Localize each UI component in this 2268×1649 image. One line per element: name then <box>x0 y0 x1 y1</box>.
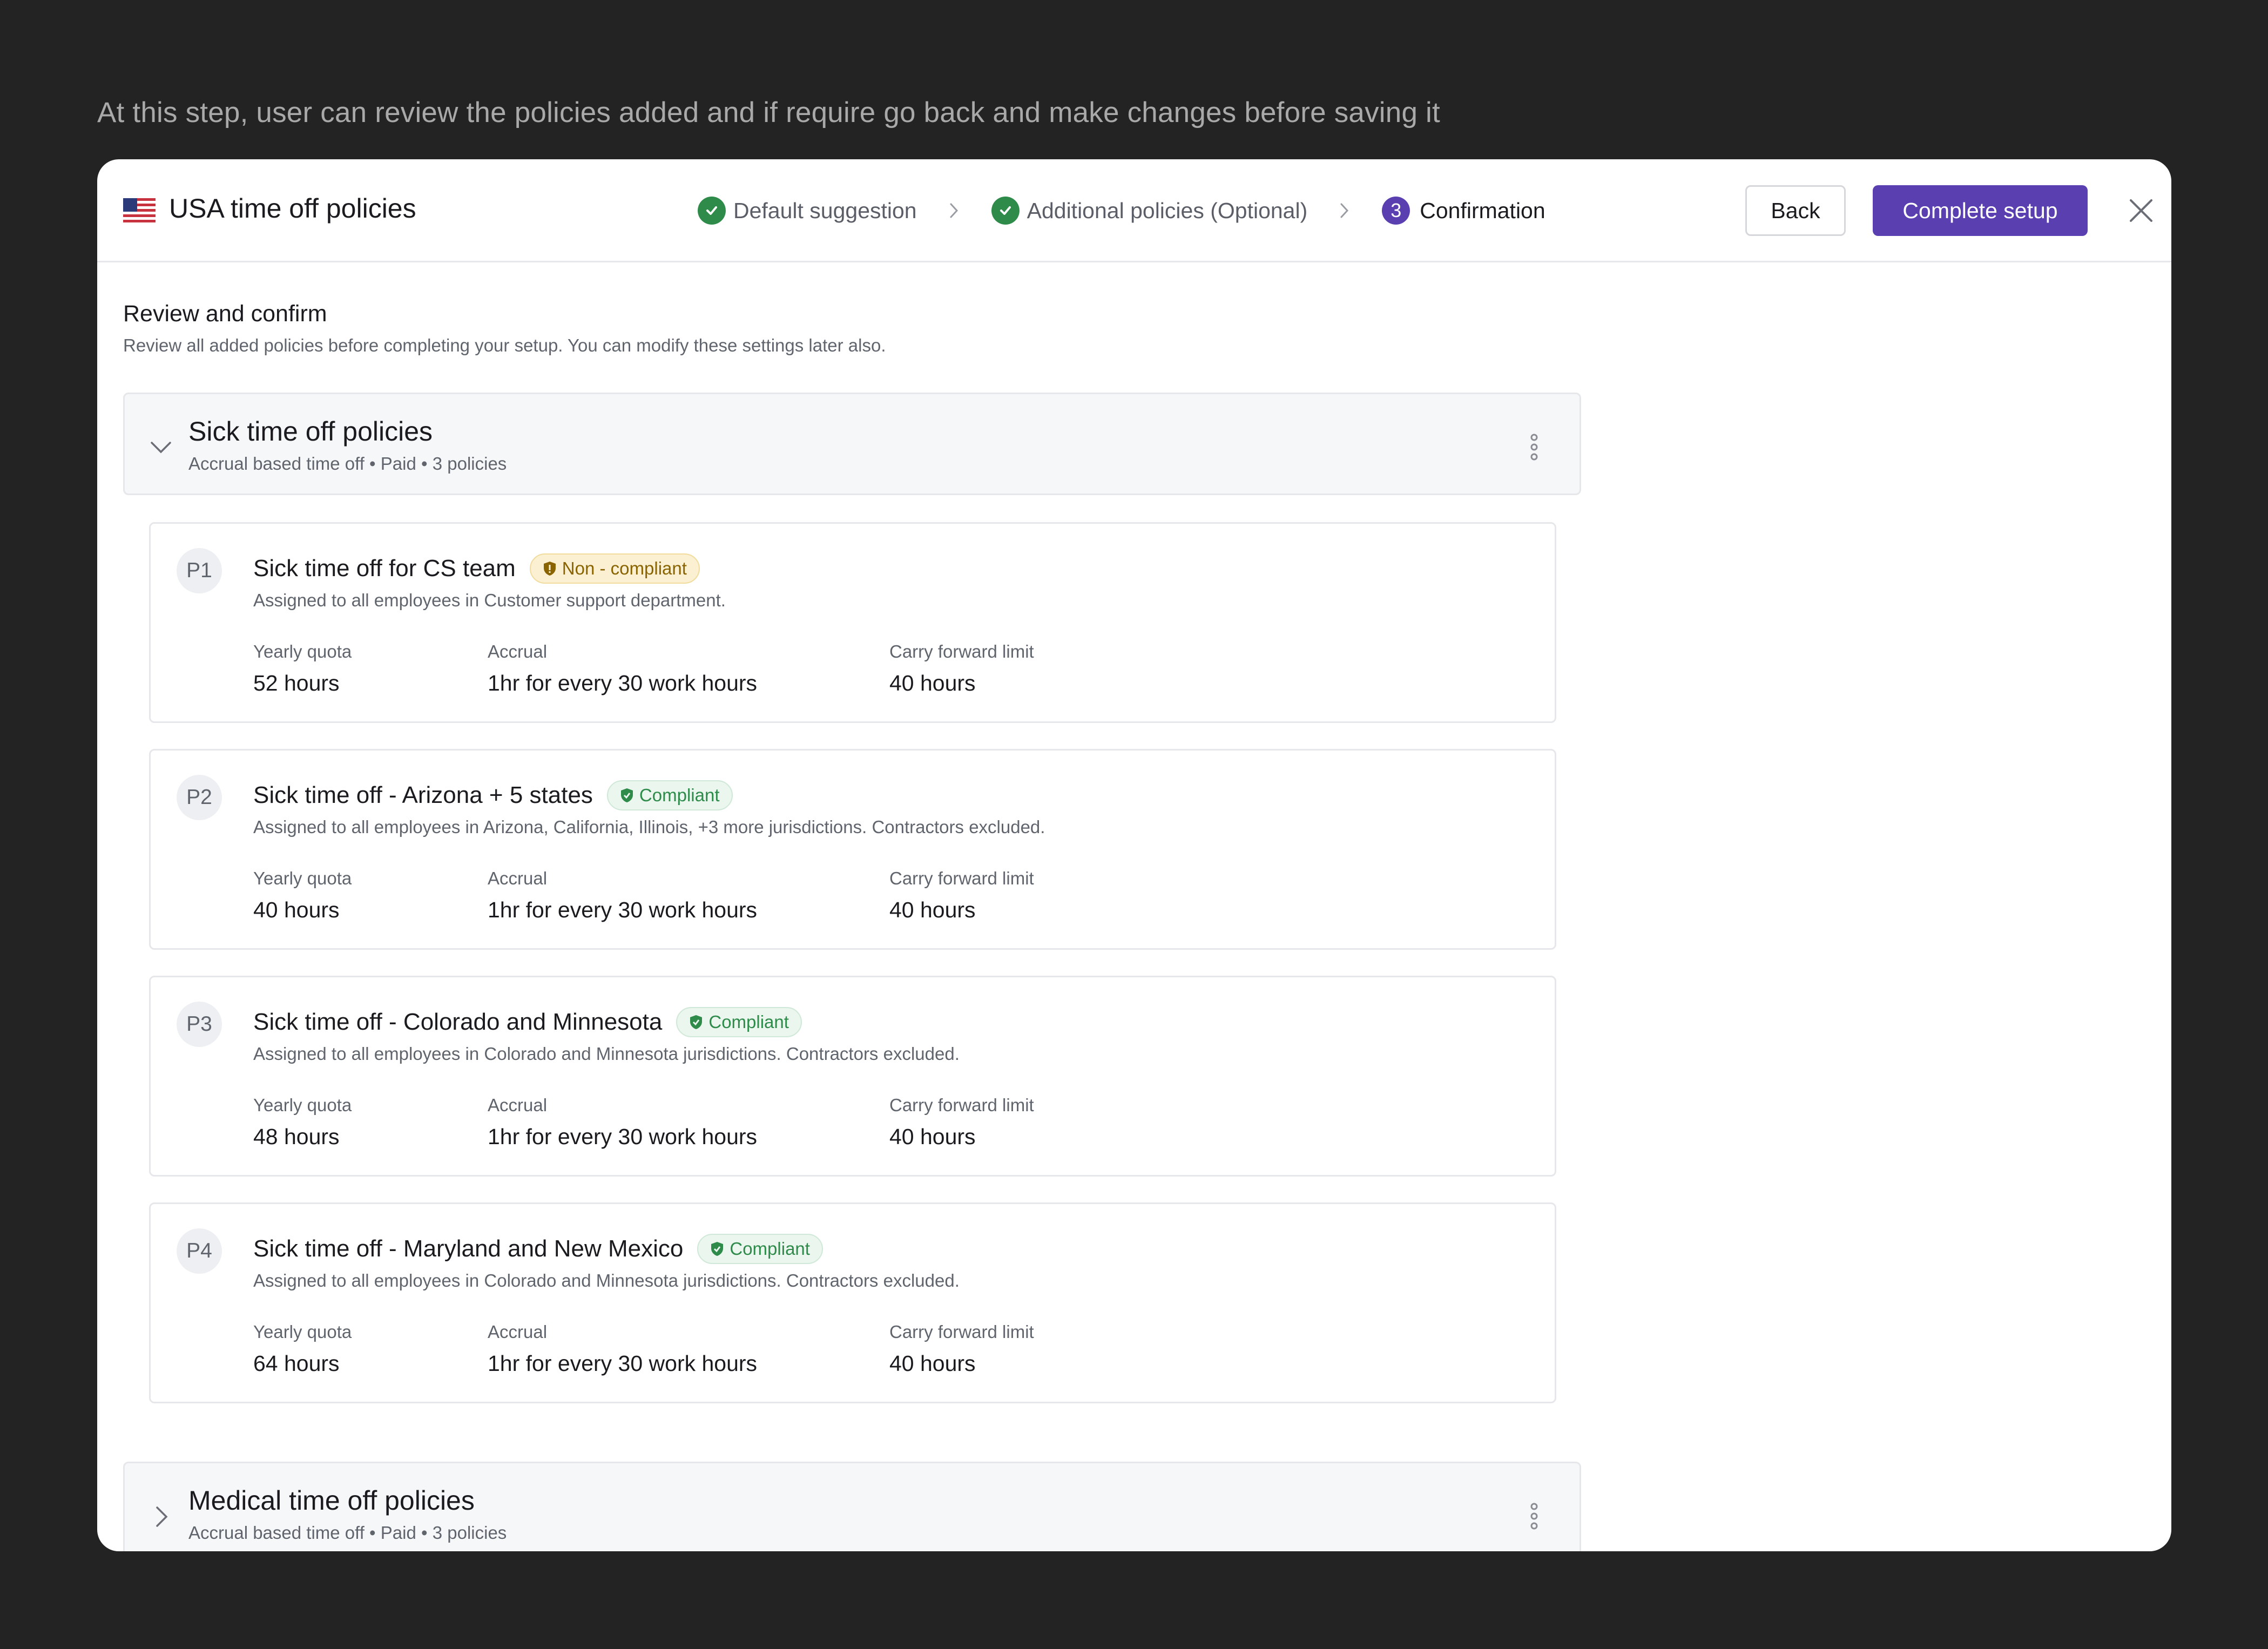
more-vertical-icon[interactable] <box>1529 431 1540 463</box>
policy-title-row: Sick time off - Colorado and Minnesota C… <box>253 1007 802 1037</box>
field-value: 52 hours <box>253 671 340 695</box>
policy-number-badge: P4 <box>177 1228 222 1274</box>
field-value: 1hr for every 30 work hours <box>488 897 758 922</box>
field-label: Carry forward limit <box>889 868 1034 888</box>
field-label: Yearly quota <box>253 868 352 888</box>
policy-card[interactable]: P4 Sick time off - Maryland and New Mexi… <box>149 1202 1556 1403</box>
step-label: Confirmation <box>1420 198 1545 223</box>
complete-setup-button[interactable]: Complete setup <box>1873 185 2088 236</box>
field-label: Yearly quota <box>253 1322 352 1342</box>
shield-alert-icon <box>543 562 556 576</box>
policy-title: Sick time off - Colorado and Minnesota <box>253 1009 663 1035</box>
policy-card[interactable]: P3 Sick time off - Colorado and Minnesot… <box>149 976 1556 1177</box>
field-value: 40 hours <box>889 1351 976 1376</box>
policy-description: Assigned to all employees in Colorado an… <box>253 1044 960 1064</box>
policy-description: Assigned to all employees in Customer su… <box>253 590 726 610</box>
status-label: Compliant <box>639 785 720 805</box>
step-label: Default suggestion <box>733 198 917 223</box>
policy-title-row: Sick time off - Arizona + 5 states Compl… <box>253 780 733 810</box>
status-label: Compliant <box>730 1239 810 1259</box>
status-badge: Compliant <box>676 1007 802 1037</box>
policy-group-sick[interactable]: Sick time off policies Accrual based tim… <box>123 393 1581 495</box>
field-value: 1hr for every 30 work hours <box>488 1351 758 1376</box>
policy-title: Sick time off - Arizona + 5 states <box>253 782 593 808</box>
field-value: 40 hours <box>889 1124 976 1149</box>
step-default-suggestion[interactable]: Default suggestion <box>698 197 917 225</box>
policy-description: Assigned to all employees in Arizona, Ca… <box>253 817 1045 837</box>
policy-number-badge: P3 <box>177 1002 222 1047</box>
usa-flag-icon <box>123 198 156 222</box>
field-value: 40 hours <box>253 897 340 922</box>
field-label: Accrual <box>488 641 548 661</box>
status-label: Compliant <box>708 1012 789 1032</box>
field-label: Accrual <box>488 1095 548 1115</box>
section-subtitle: Review all added policies before complet… <box>123 335 886 355</box>
policy-title-row: Sick time off for CS team Non - complian… <box>253 553 700 584</box>
step-number: 3 <box>1382 197 1410 225</box>
page-caption: At this step, user can review the polici… <box>97 97 1440 129</box>
check-circle-icon <box>991 197 1020 225</box>
field-value: 1hr for every 30 work hours <box>488 671 758 695</box>
field-label: Accrual <box>488 868 548 888</box>
status-badge: Compliant <box>697 1234 823 1264</box>
step-confirmation[interactable]: 3 Confirmation <box>1382 197 1545 225</box>
group-subtitle: Accrual based time off • Paid • 3 polici… <box>188 454 507 474</box>
field-label: Accrual <box>488 1322 548 1342</box>
field-value: 1hr for every 30 work hours <box>488 1124 758 1149</box>
setup-modal: USA time off policies Default suggestion… <box>97 159 2171 1551</box>
field-label: Carry forward limit <box>889 1095 1034 1115</box>
policy-card[interactable]: P1 Sick time off for CS team Non - compl… <box>149 522 1556 723</box>
policy-title: Sick time off for CS team <box>253 555 516 582</box>
chevron-down-icon[interactable] <box>148 435 173 460</box>
field-value: 64 hours <box>253 1351 340 1376</box>
field-label: Yearly quota <box>253 1095 352 1115</box>
modal-title: USA time off policies <box>169 193 416 224</box>
policy-title: Sick time off - Maryland and New Mexico <box>253 1235 684 1262</box>
policy-card[interactable]: P2 Sick time off - Arizona + 5 states Co… <box>149 749 1556 950</box>
group-title: Sick time off policies <box>188 416 433 447</box>
close-icon[interactable] <box>2129 198 2154 223</box>
shield-check-icon <box>620 788 633 802</box>
more-vertical-icon[interactable] <box>1529 1500 1540 1532</box>
field-value: 40 hours <box>889 671 976 695</box>
step-label: Additional policies (Optional) <box>1027 198 1308 223</box>
step-additional-policies[interactable]: Additional policies (Optional) <box>991 197 1308 225</box>
status-label: Non - compliant <box>562 558 687 578</box>
field-value: 40 hours <box>889 897 976 922</box>
policy-group-medical[interactable]: Medical time off policies Accrual based … <box>123 1462 1581 1551</box>
field-label: Yearly quota <box>253 641 352 661</box>
policy-title-row: Sick time off - Maryland and New Mexico … <box>253 1234 823 1264</box>
shield-check-icon <box>711 1242 724 1256</box>
field-label: Carry forward limit <box>889 1322 1034 1342</box>
policy-description: Assigned to all employees in Colorado an… <box>253 1270 960 1290</box>
stepper: Default suggestion Additional policies (… <box>698 194 1545 227</box>
chevron-right-icon[interactable] <box>148 1504 173 1529</box>
group-title: Medical time off policies <box>188 1485 475 1516</box>
field-label: Carry forward limit <box>889 641 1034 661</box>
status-badge: Non - compliant <box>529 553 700 584</box>
modal-header: USA time off policies Default suggestion… <box>97 159 2171 262</box>
check-circle-icon <box>698 197 726 225</box>
chevron-right-icon <box>1339 200 1351 221</box>
chevron-right-icon <box>948 200 960 221</box>
shield-check-icon <box>690 1015 703 1029</box>
back-button[interactable]: Back <box>1745 185 1846 236</box>
group-subtitle: Accrual based time off • Paid • 3 polici… <box>188 1523 507 1543</box>
policy-number-badge: P2 <box>177 775 222 820</box>
field-value: 48 hours <box>253 1124 340 1149</box>
status-badge: Compliant <box>606 780 733 810</box>
section-title: Review and confirm <box>123 301 327 327</box>
policy-number-badge: P1 <box>177 548 222 593</box>
